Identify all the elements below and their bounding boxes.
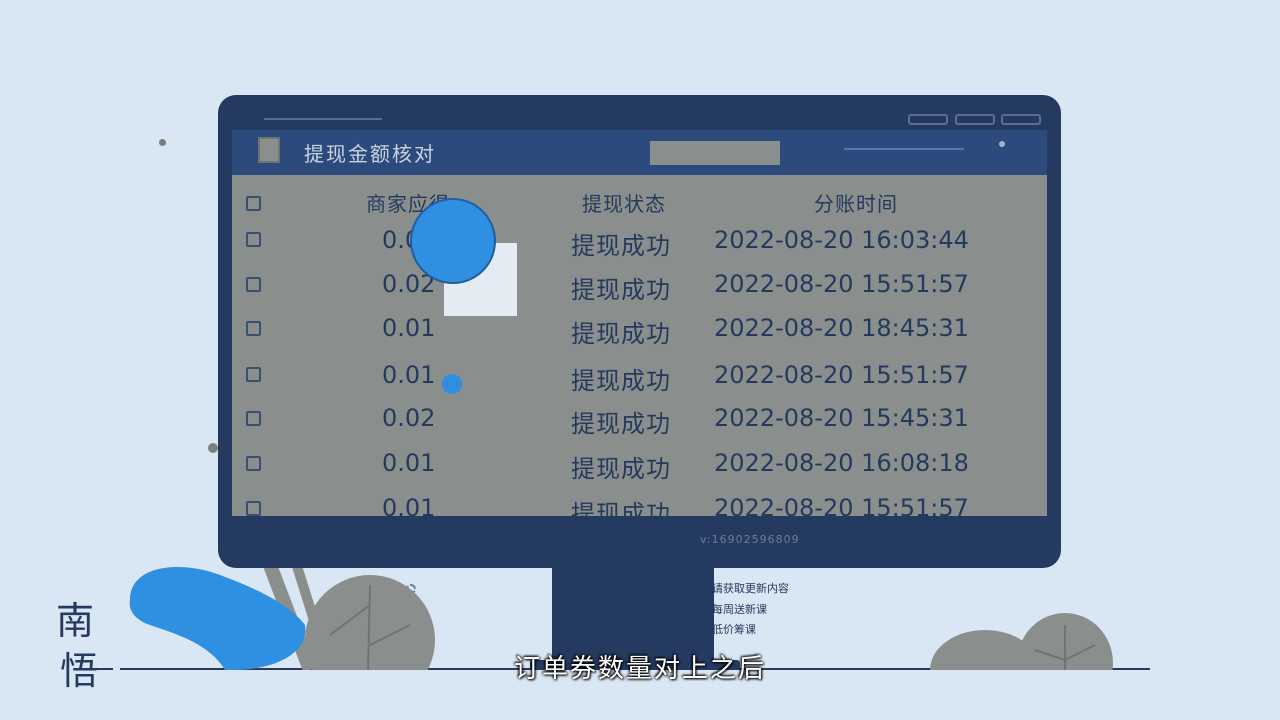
row-checkbox[interactable]: [246, 411, 261, 426]
decor-dot: [159, 139, 166, 146]
amount-cell: 0.01: [382, 494, 436, 516]
app-titlebar: 提现金额核对: [232, 130, 1047, 175]
amount-cell: 0.02: [382, 404, 436, 432]
column-header-time[interactable]: 分账时间: [814, 188, 898, 217]
watermark-text: v:16902596809: [700, 533, 800, 546]
promo-note: 请获取更新内容: [712, 582, 789, 595]
time-cell: 2022-08-20 15:51:57: [714, 361, 969, 389]
amount-cell: 0.01: [382, 361, 436, 389]
status-cell: 提现成功: [571, 455, 671, 483]
app-icon: [258, 137, 280, 163]
time-cell: 2022-08-20 15:51:57: [714, 494, 969, 516]
promo-note: 每周送新课: [712, 603, 767, 616]
row-checkbox[interactable]: [246, 501, 261, 516]
time-cell: 2022-08-20 15:51:57: [714, 270, 969, 298]
column-header-status[interactable]: 提现状态: [582, 188, 666, 217]
window-decoration-line: [264, 118, 382, 120]
time-cell: 2022-08-20 16:08:18: [714, 449, 969, 477]
status-cell: 提现成功: [571, 320, 671, 348]
select-all-checkbox[interactable]: [246, 196, 261, 211]
row-checkbox[interactable]: [246, 232, 261, 247]
video-subtitle: 订单券数量对上之后: [513, 654, 766, 684]
row-checkbox[interactable]: [246, 321, 261, 336]
status-cell: 提现成功: [571, 276, 671, 304]
time-cell: 2022-08-20 16:03:44: [714, 226, 969, 254]
decor-circle: [442, 374, 462, 394]
row-checkbox[interactable]: [246, 456, 261, 471]
window-maximize-button[interactable]: [955, 114, 995, 125]
time-cell: 2022-08-20 18:45:31: [714, 314, 969, 342]
status-cell: 提现成功: [571, 232, 671, 260]
decor-circle: [410, 198, 496, 284]
row-checkbox[interactable]: [246, 277, 261, 292]
search-input[interactable]: [650, 141, 780, 165]
amount-cell: 0.01: [382, 449, 436, 477]
status-cell: 提现成功: [571, 410, 671, 438]
status-cell: 提现成功: [571, 367, 671, 395]
progress-indicator: [844, 148, 964, 150]
row-checkbox[interactable]: [246, 367, 261, 382]
logo-char: 南: [56, 599, 94, 643]
window-close-button[interactable]: [1001, 114, 1041, 125]
time-cell: 2022-08-20 15:45:31: [714, 404, 969, 432]
promo-note: 低价筹课: [712, 623, 756, 636]
decor-dot: [208, 443, 218, 453]
amount-cell: 0.01: [382, 314, 436, 342]
app-screen: 提现金额核对 商家应得 提现状态 分账时间 0.02 提现成功 2022-08-…: [232, 130, 1047, 516]
status-cell: 提现成功: [571, 500, 671, 516]
window-minimize-button[interactable]: [908, 114, 948, 125]
app-title: 提现金额核对: [304, 142, 436, 166]
status-dot-icon: [999, 141, 1005, 147]
